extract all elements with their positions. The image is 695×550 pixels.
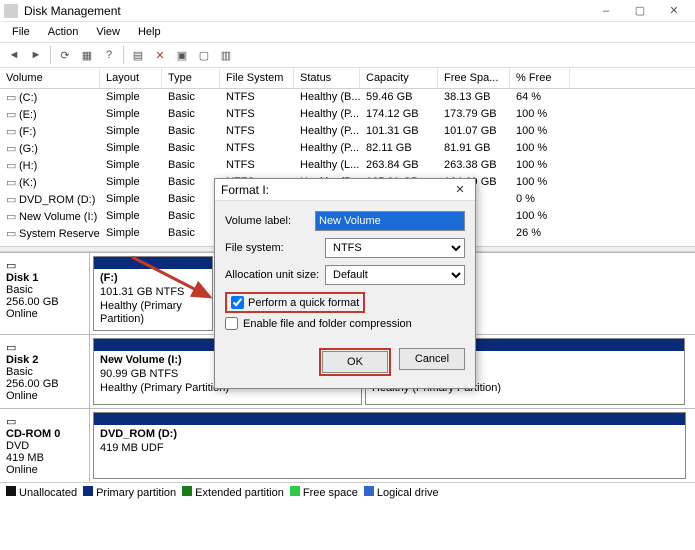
delete-icon[interactable]: ✕ bbox=[150, 45, 170, 65]
legend-free: Free space bbox=[290, 486, 358, 499]
drive-icon: ▭ bbox=[6, 227, 16, 240]
allocation-size-label: Allocation unit size: bbox=[225, 269, 325, 281]
properties-icon[interactable]: ▦ bbox=[77, 45, 97, 65]
col-status[interactable]: Status bbox=[294, 68, 360, 88]
quick-format-label: Perform a quick format bbox=[248, 297, 359, 309]
dialog-title-bar[interactable]: Format I: ✕ bbox=[215, 179, 475, 201]
action2-icon[interactable]: ▢ bbox=[194, 45, 214, 65]
volume-row[interactable]: ▭(G:)SimpleBasicNTFSHealthy (P...82.11 G… bbox=[0, 140, 695, 157]
drive-icon: ▭ bbox=[6, 108, 16, 121]
col-volume[interactable]: Volume bbox=[0, 68, 100, 88]
forward-icon[interactable]: ► bbox=[26, 45, 46, 65]
drive-icon: ▭ bbox=[6, 91, 16, 104]
partition[interactable]: DVD_ROM (D:)419 MB UDF bbox=[93, 412, 686, 479]
back-icon[interactable]: ◄ bbox=[4, 45, 24, 65]
legend: Unallocated Primary partition Extended p… bbox=[0, 482, 695, 502]
volume-row[interactable]: ▭(F:)SimpleBasicNTFSHealthy (P...101.31 … bbox=[0, 123, 695, 140]
app-icon bbox=[4, 4, 18, 18]
ok-button[interactable]: OK bbox=[322, 351, 388, 373]
volume-label-label: Volume label: bbox=[225, 215, 315, 227]
menu-bar: File Action View Help bbox=[0, 22, 695, 42]
refresh-icon[interactable]: ⟳ bbox=[55, 45, 75, 65]
close-button[interactable]: ✕ bbox=[657, 0, 691, 22]
list-icon[interactable]: ▤ bbox=[128, 45, 148, 65]
cancel-button[interactable]: Cancel bbox=[399, 348, 465, 370]
maximize-button[interactable]: ▢ bbox=[623, 0, 657, 22]
volume-row[interactable]: ▭(C:)SimpleBasicNTFSHealthy (B...59.46 G… bbox=[0, 89, 695, 106]
legend-logical: Logical drive bbox=[364, 486, 439, 499]
allocation-size-select[interactable]: Default bbox=[325, 265, 465, 285]
toolbar-separator bbox=[50, 46, 51, 64]
disk-header[interactable]: ▭Disk 1Basic256.00 GBOnline bbox=[0, 253, 90, 334]
action3-icon[interactable]: ▥ bbox=[216, 45, 236, 65]
col-fs[interactable]: File System bbox=[220, 68, 294, 88]
drive-icon: ▭ bbox=[6, 159, 16, 172]
drive-icon: ▭ bbox=[6, 193, 16, 206]
volume-row[interactable]: ▭(H:)SimpleBasicNTFSHealthy (L...263.84 … bbox=[0, 157, 695, 174]
volume-list-header: Volume Layout Type File System Status Ca… bbox=[0, 68, 695, 89]
menu-help[interactable]: Help bbox=[130, 24, 169, 40]
menu-action[interactable]: Action bbox=[40, 24, 87, 40]
disk-icon: ▭ bbox=[6, 415, 83, 428]
drive-icon: ▭ bbox=[6, 125, 16, 138]
action-icon[interactable]: ▣ bbox=[172, 45, 192, 65]
legend-primary: Primary partition bbox=[83, 486, 176, 499]
disk-icon: ▭ bbox=[6, 341, 83, 354]
help-icon[interactable]: ? bbox=[99, 45, 119, 65]
col-pct[interactable]: % Free bbox=[510, 68, 570, 88]
file-system-select[interactable]: NTFS bbox=[325, 238, 465, 258]
drive-icon: ▭ bbox=[6, 142, 16, 155]
disk-icon: ▭ bbox=[6, 259, 83, 272]
partition-bar bbox=[94, 257, 212, 269]
menu-file[interactable]: File bbox=[4, 24, 38, 40]
col-layout[interactable]: Layout bbox=[100, 68, 162, 88]
legend-unallocated: Unallocated bbox=[6, 486, 77, 499]
window-title: Disk Management bbox=[24, 4, 589, 18]
legend-extended: Extended partition bbox=[182, 486, 284, 499]
format-dialog: Format I: ✕ Volume label: File system: N… bbox=[214, 178, 476, 389]
toolbar: ◄ ► ⟳ ▦ ? ▤ ✕ ▣ ▢ ▥ bbox=[0, 42, 695, 68]
volume-label-input[interactable] bbox=[315, 211, 465, 231]
partition[interactable]: (F:)101.31 GB NTFSHealthy (Primary Parti… bbox=[93, 256, 213, 331]
toolbar-separator bbox=[123, 46, 124, 64]
compression-label: Enable file and folder compression bbox=[243, 318, 412, 330]
col-free[interactable]: Free Spa... bbox=[438, 68, 510, 88]
disk-header[interactable]: ▭Disk 2Basic256.00 GBOnline bbox=[0, 335, 90, 408]
drive-icon: ▭ bbox=[6, 176, 16, 189]
compression-checkbox[interactable] bbox=[225, 317, 238, 330]
disk-row: ▭CD-ROM 0DVD419 MBOnlineDVD_ROM (D:)419 … bbox=[0, 408, 695, 482]
menu-view[interactable]: View bbox=[88, 24, 128, 40]
dialog-close-icon[interactable]: ✕ bbox=[451, 183, 469, 196]
col-type[interactable]: Type bbox=[162, 68, 220, 88]
volume-row[interactable]: ▭(E:)SimpleBasicNTFSHealthy (P...174.12 … bbox=[0, 106, 695, 123]
disk-header[interactable]: ▭CD-ROM 0DVD419 MBOnline bbox=[0, 409, 90, 482]
title-bar: Disk Management – ▢ ✕ bbox=[0, 0, 695, 22]
minimize-button[interactable]: – bbox=[589, 0, 623, 22]
partition-bar bbox=[94, 413, 685, 425]
drive-icon: ▭ bbox=[6, 210, 16, 223]
quick-format-checkbox[interactable] bbox=[231, 296, 244, 309]
col-capacity[interactable]: Capacity bbox=[360, 68, 438, 88]
dialog-title: Format I: bbox=[221, 183, 451, 197]
file-system-label: File system: bbox=[225, 242, 325, 254]
